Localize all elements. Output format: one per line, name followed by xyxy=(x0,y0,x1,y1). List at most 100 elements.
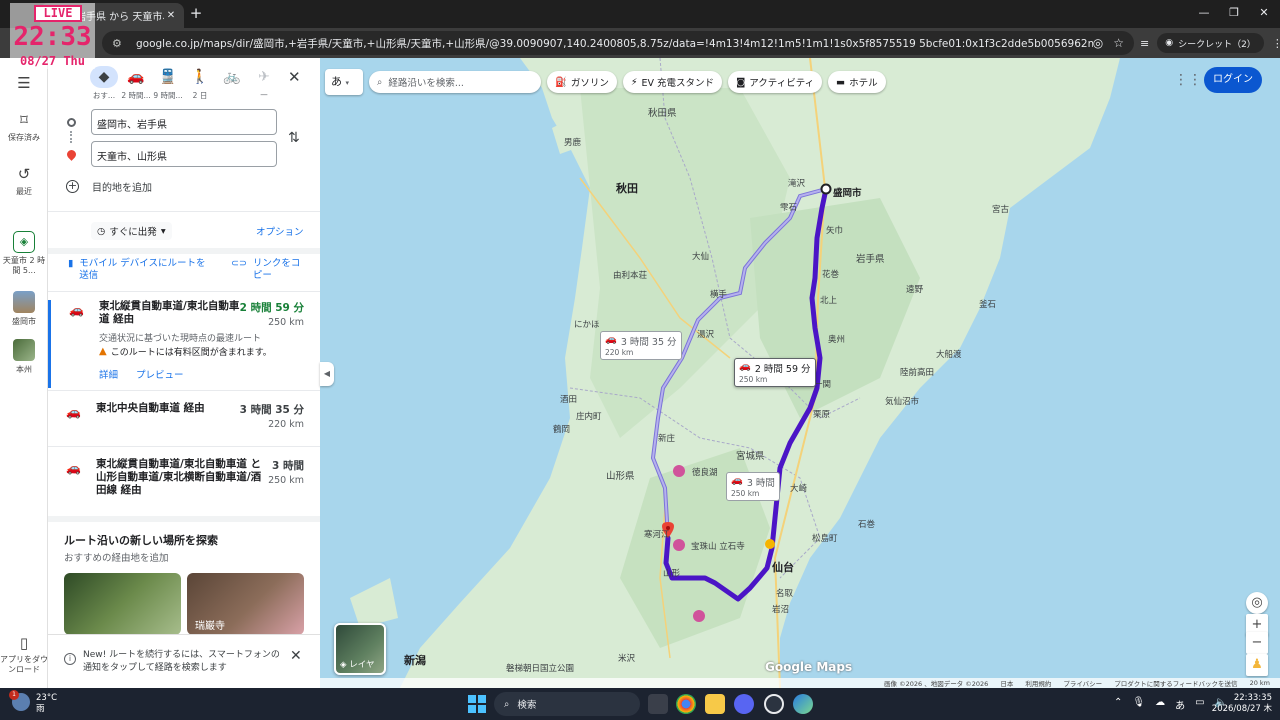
minimize-icon[interactable]: — xyxy=(1194,4,1214,22)
close-window-icon[interactable]: ✕ xyxy=(1254,4,1274,22)
send-to-mobile-label: モバイル デバイスにルートを送信 xyxy=(79,258,206,281)
map-label: 横手 xyxy=(710,290,728,300)
language-icon[interactable]: あ xyxy=(1175,697,1185,712)
login-button[interactable]: ログイン xyxy=(1204,67,1262,93)
origin-field[interactable]: 盛岡市、岩手県 xyxy=(91,109,277,135)
browser-app-icon[interactable] xyxy=(793,694,813,714)
route-option-1[interactable]: 🚗 東北縦貫自動車道/東北自動車道 経由 2 時間 59 分 250 km 交通… xyxy=(48,300,320,388)
chip-hotels[interactable]: ▬ ホテル xyxy=(828,71,886,93)
directions-panel: ◆ おす... 🚗 2 時間... 🚆 9 時間... 🚶 2 日 🚲 ✈ — ✕ 盛岡市… xyxy=(48,58,320,688)
options-link[interactable]: オプション xyxy=(256,224,304,238)
depart-now-dropdown[interactable]: ◷ すぐに出発 ▾ xyxy=(91,222,172,240)
mode-bike[interactable]: 🚲 xyxy=(216,66,248,88)
new-tab-icon[interactable]: + xyxy=(188,5,204,21)
chip-ev[interactable]: ⚡ EV 充電スタンド xyxy=(622,71,723,93)
discord-icon[interactable] xyxy=(734,694,754,714)
mode-flight[interactable]: ✈ — xyxy=(248,66,280,99)
route-callout-alt[interactable]: 🚗 3 時間 35 分 220 km xyxy=(600,331,682,360)
eye-off-icon[interactable]: ◎ xyxy=(1093,36,1103,50)
start-button[interactable] xyxy=(468,695,486,713)
weather-widget[interactable]: 1 23°C 雨 xyxy=(9,690,57,715)
route-distance: 220 km xyxy=(268,419,304,430)
my-location-icon[interactable]: ◎ xyxy=(1246,592,1268,614)
rail-recent[interactable]: ↺ 最近 xyxy=(0,165,48,197)
taskbar-search[interactable]: ⌕ 検索 xyxy=(494,692,640,716)
chip-label: ガソリン xyxy=(570,78,609,89)
url-text: google.co.jp/maps/dir/盛岡市,+岩手県/天童市,+山形県/… xyxy=(136,37,1093,50)
chevron-up-icon[interactable]: ⌃ xyxy=(1114,697,1122,712)
destination-field[interactable]: 天童市、山形県 xyxy=(91,141,277,167)
poi-icon xyxy=(693,610,705,622)
input-method-toggle[interactable]: あ ▾ xyxy=(325,69,363,95)
map-label: 湯沢 xyxy=(697,330,715,340)
rail-morioka[interactable]: 盛岡市 xyxy=(0,291,48,327)
site-info-icon[interactable]: ⚙ xyxy=(112,37,128,50)
mode-car[interactable]: 🚗 2 時間... xyxy=(120,66,152,101)
footer-privacy-link[interactable]: プライバシー xyxy=(1063,678,1102,688)
footer-terms-link[interactable]: 利用規約 xyxy=(1025,678,1051,688)
route-callout-selected[interactable]: 🚗 2 時間 59 分 250 km xyxy=(734,358,816,387)
map-label: 仙台 xyxy=(772,561,794,574)
route-time: 3 時間 35 分 xyxy=(239,404,304,416)
network-icon[interactable]: ▭ xyxy=(1195,697,1204,712)
suggested-place-photo[interactable]: 瑞巌寺 xyxy=(187,573,304,635)
route-callout-alt[interactable]: 🚗 3 時間 250 km xyxy=(726,472,780,501)
menu-button[interactable]: ☰ xyxy=(0,74,48,95)
taskbar-clock[interactable]: 22:33:35 2026/08/27 木 xyxy=(1208,693,1272,715)
mode-recommended[interactable]: ◆ おす... xyxy=(88,66,120,101)
toll-warning-text: このルートには有料区間が含まれます。 xyxy=(110,348,272,358)
footer-feedback-link[interactable]: プロダクトに関するフィードバックを送信 xyxy=(1114,678,1237,688)
details-link[interactable]: 詳細 xyxy=(99,367,118,381)
rail-saved[interactable]: ⌑ 保存済み xyxy=(0,111,48,143)
bookmark-star-icon[interactable]: ☆ xyxy=(1113,36,1124,50)
close-directions-icon[interactable]: ✕ xyxy=(288,68,301,86)
map-label: 山形 xyxy=(663,569,681,579)
live-badge: LIVE xyxy=(34,5,82,22)
incognito-badge[interactable]: ◉ シークレット（2） xyxy=(1157,33,1264,53)
scale-bar[interactable]: 20 km xyxy=(1250,679,1270,687)
task-view-icon[interactable] xyxy=(648,694,668,714)
send-phone-icon: ▮ xyxy=(68,258,74,269)
preview-link[interactable]: プレビュー xyxy=(136,367,184,381)
restore-icon[interactable]: ❐ xyxy=(1224,4,1244,22)
swap-icon[interactable]: ⇅ xyxy=(288,130,300,146)
map-label: 岩沼 xyxy=(772,605,790,615)
zoom-out-button[interactable]: − xyxy=(1246,632,1268,654)
footer-region[interactable]: 日本 xyxy=(1000,678,1013,688)
copy-link[interactable]: ⊂⊃ リンクをコピー xyxy=(231,258,305,282)
search-along-route-input[interactable]: ⌕ 経路沿いを検索... xyxy=(369,71,541,93)
mode-transit[interactable]: 🚆 9 時間... xyxy=(152,66,184,101)
obs-icon[interactable] xyxy=(764,694,784,714)
route-option-3[interactable]: 🚗 東北縦貫自動車道/東北自動車道 と山形自動車道/東北横断自動車道/酒田線 経… xyxy=(48,458,320,512)
depart-label: すぐに出発 xyxy=(109,227,157,238)
dismiss-notice-icon[interactable]: ✕ xyxy=(290,648,302,664)
map-label: 大崎 xyxy=(790,484,808,494)
send-to-mobile-link[interactable]: ▮ モバイル デバイスにルートを送信 xyxy=(68,258,209,282)
bookmark-icon: ⌑ xyxy=(20,111,28,129)
suggested-place-photo[interactable] xyxy=(64,573,181,635)
route-option-2[interactable]: 🚗 東北中央自動車道 経由 3 時間 35 分 220 km xyxy=(48,402,320,446)
add-destination-button[interactable]: + 目的地を追加 xyxy=(66,179,152,194)
menu-icon[interactable]: ⋮ xyxy=(1272,37,1280,50)
map-canvas[interactable]: 秋田県 男鹿 秋田 滝沢 盛岡市 宮古 雫石 矢巾 岩手県 大仙 花巻 由利本荘… xyxy=(320,58,1280,688)
chip-gas[interactable]: ⛽ ガソリン xyxy=(547,71,617,93)
chip-activities[interactable]: ◙ アクティビティ xyxy=(728,71,823,93)
walk-icon: 🚶 xyxy=(191,69,209,85)
chrome-icon[interactable] xyxy=(676,694,696,714)
mode-label: — xyxy=(260,90,268,99)
collapse-panel-button[interactable]: ◀ xyxy=(320,362,334,386)
mode-walk[interactable]: 🚶 2 日 xyxy=(184,66,216,101)
cloud-icon[interactable]: ☁ xyxy=(1155,697,1165,712)
rail-honshu[interactable]: 本州 xyxy=(0,339,48,375)
map-label: 名取 xyxy=(776,589,794,599)
address-bar[interactable]: ⚙ google.co.jp/maps/dir/盛岡市,+岩手県/天童市,+山形… xyxy=(102,31,1134,55)
file-explorer-icon[interactable] xyxy=(705,694,725,714)
rail-download-app[interactable]: ▯ アプリをダウンロード xyxy=(0,634,48,675)
pegman-icon[interactable]: ♟ xyxy=(1246,654,1268,676)
close-tab-icon[interactable]: ✕ xyxy=(164,10,178,21)
microphone-icon[interactable]: 🎙 xyxy=(1132,697,1145,712)
route-time: 2 時間 59 分 xyxy=(239,302,304,314)
rail-directions-tendo[interactable]: ◈ 天童市 2 時間 5... xyxy=(0,231,48,276)
layers-button[interactable]: ◈ レイヤ xyxy=(334,623,386,675)
tab-search-icon[interactable]: ≡ xyxy=(1140,37,1149,50)
